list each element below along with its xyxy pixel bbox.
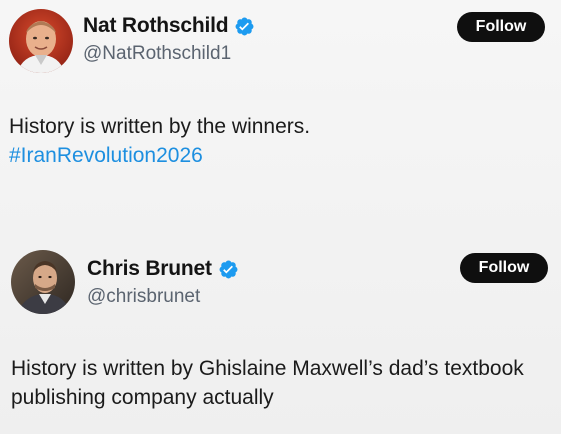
handle[interactable]: @NatRothschild1 [83, 43, 231, 65]
hashtag-link[interactable]: #IranRevolution2026 [9, 141, 310, 170]
verified-badge-icon [234, 16, 255, 37]
tweet-card: Chris Brunet @chrisbrunet Follow History… [0, 230, 561, 434]
tweet-text: History is written by Ghislaine Maxwell’… [11, 357, 524, 409]
follow-button[interactable]: Follow [457, 12, 545, 42]
handle[interactable]: @chrisbrunet [87, 286, 200, 308]
display-name[interactable]: Nat Rothschild [83, 14, 229, 38]
screenshot-canvas: Nat Rothschild @NatRothschild1 Follow Hi… [0, 0, 561, 434]
follow-button[interactable]: Follow [460, 253, 548, 283]
avatar[interactable] [11, 250, 75, 314]
tweet-card: Nat Rothschild @NatRothschild1 Follow Hi… [0, 0, 561, 215]
name-row: Nat Rothschild [83, 14, 255, 38]
tweet-text: History is written by the winners. #Iran… [9, 112, 310, 170]
avatar[interactable] [9, 9, 73, 73]
tweet-body: History is written by the winners. [9, 115, 311, 138]
display-name[interactable]: Chris Brunet [87, 257, 212, 281]
avatar-photo [11, 250, 75, 314]
verified-badge-icon [218, 259, 239, 280]
avatar-photo [9, 9, 73, 73]
name-row: Chris Brunet [87, 257, 239, 281]
